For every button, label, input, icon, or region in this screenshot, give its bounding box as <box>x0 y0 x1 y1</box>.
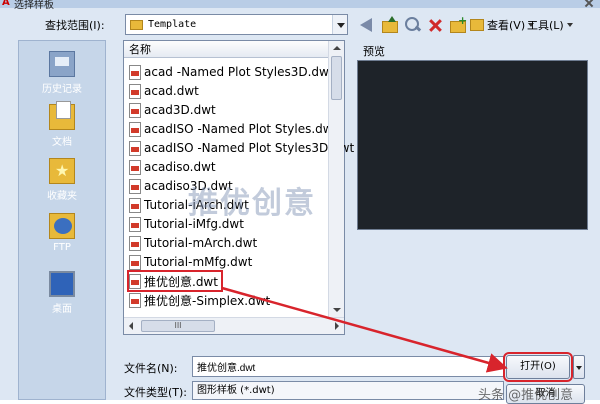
scroll-up-icon[interactable] <box>329 41 344 55</box>
dwt-file-icon <box>129 64 141 80</box>
title-bar: A 选择样板 <box>0 0 600 11</box>
place-history[interactable]: 历史记录 <box>19 51 105 95</box>
file-name-text: Tutorial-mArch.dwt <box>144 236 258 250</box>
place-documents[interactable]: 文档 <box>19 101 105 148</box>
select-template-dialog: A 选择样板 查找范围(I): Template 查看(V) 工具(L) 历史记… <box>0 0 600 404</box>
place-desktop[interactable]: 桌面 <box>19 271 105 315</box>
dwt-file-icon <box>129 178 141 194</box>
file-row[interactable]: 推优创意-Simplex.dwt <box>129 291 270 309</box>
scroll-down-icon[interactable] <box>329 303 344 317</box>
look-in-label: 查找范围(I): <box>45 19 105 32</box>
file-row-selected[interactable]: 推优创意.dwt <box>127 270 223 292</box>
preview-pane <box>357 60 588 230</box>
file-type-label: 文件类型(T): <box>124 386 188 399</box>
dwt-file-icon <box>129 273 141 289</box>
dwt-file-icon <box>129 254 141 270</box>
caret-down-icon <box>566 23 573 27</box>
chevron-down-icon[interactable] <box>332 15 347 34</box>
vertical-scrollbar[interactable] <box>328 41 344 317</box>
look-in-value: Template <box>148 19 197 30</box>
file-row[interactable]: Tutorial-mArch.dwt <box>129 234 257 252</box>
file-name-text: 推优创意.dwt <box>144 274 218 289</box>
dwt-file-icon <box>129 140 141 156</box>
new-folder-icon[interactable] <box>448 14 468 35</box>
dwt-file-icon <box>129 197 141 213</box>
file-name-text: acad.dwt <box>144 84 199 98</box>
place-label: 文档 <box>52 137 72 148</box>
watermark: 推优创意 <box>188 186 316 221</box>
views-menu-button[interactable]: 查看(V) <box>470 14 535 36</box>
back-icon[interactable] <box>357 15 377 35</box>
horizontal-scrollbar[interactable]: III <box>124 317 344 334</box>
autocad-logo-icon: A <box>2 0 10 8</box>
file-row[interactable]: acad -Named Plot Styles3D.dwt <box>129 63 334 81</box>
tools-label: 工具(L) <box>527 19 564 32</box>
file-row[interactable]: Tutorial-mMfg.dwt <box>129 253 252 271</box>
dwt-file-icon <box>129 292 141 308</box>
file-name-text: 推优创意-Simplex.dwt <box>144 293 271 308</box>
place-label: 收藏夹 <box>47 191 77 202</box>
tools-menu-button[interactable]: 工具(L) <box>527 14 573 36</box>
up-folder-icon[interactable] <box>380 15 400 35</box>
history-icon <box>49 51 75 77</box>
file-name-input[interactable] <box>192 356 504 377</box>
place-label: FTP <box>53 242 71 253</box>
scroll-thumb[interactable] <box>331 56 342 100</box>
column-header-name[interactable]: 名称 <box>124 41 329 58</box>
place-ftp[interactable]: FTP <box>19 213 105 253</box>
documents-icon <box>49 101 75 130</box>
desktop-icon <box>49 271 75 297</box>
scroll-right-icon[interactable] <box>329 318 344 334</box>
ftp-icon <box>49 213 75 239</box>
file-name-text: acad -Named Plot Styles3D.dwt <box>144 65 334 79</box>
file-name-text: acadiso.dwt <box>144 160 216 174</box>
scroll-left-icon[interactable] <box>124 318 139 334</box>
window-title: 选择样板 <box>14 0 54 11</box>
file-row[interactable]: acad.dwt <box>129 82 199 100</box>
search-web-icon[interactable] <box>403 15 423 35</box>
file-name-text: acad3D.dwt <box>144 103 216 117</box>
dwt-file-icon <box>129 159 141 175</box>
file-row[interactable]: acadISO -Named Plot Styles3D.dwt <box>129 139 354 157</box>
dwt-file-icon <box>129 83 141 99</box>
folder-icon <box>130 19 143 30</box>
delete-icon[interactable] <box>426 15 446 35</box>
dwt-file-icon <box>129 235 141 251</box>
favorites-icon <box>49 158 75 184</box>
watermark-corner: 头条 @推优创意 <box>478 388 574 403</box>
place-favorites[interactable]: 收藏夹 <box>19 158 105 202</box>
open-options-dropdown[interactable] <box>573 355 585 379</box>
look-in-dropdown[interactable]: Template <box>125 14 348 35</box>
file-row[interactable]: acadiso.dwt <box>129 158 216 176</box>
places-bar: 历史记录 文档 收藏夹 FTP 桌面 <box>18 40 106 400</box>
file-name-text: acadISO -Named Plot Styles3D.dwt <box>144 141 355 155</box>
views-label: 查看(V) <box>487 19 526 32</box>
place-label: 历史记录 <box>42 84 82 95</box>
file-type-dropdown[interactable]: 图形样板 (*.dwt) <box>192 381 504 400</box>
dwt-file-icon <box>129 102 141 118</box>
preview-label: 预览 <box>363 45 385 58</box>
open-button[interactable]: 打开(O) <box>503 352 573 382</box>
file-name-text: acadISO -Named Plot Styles.dwt <box>144 122 338 136</box>
views-icon <box>470 19 484 31</box>
place-label: 桌面 <box>52 304 72 315</box>
file-name-label: 文件名(N): <box>124 362 178 375</box>
file-row[interactable]: acad3D.dwt <box>129 101 216 119</box>
file-name-text: Tutorial-mMfg.dwt <box>144 255 253 269</box>
scroll-thumb[interactable]: III <box>141 320 215 332</box>
close-icon[interactable] <box>584 0 594 8</box>
dwt-file-icon <box>129 216 141 232</box>
dwt-file-icon <box>129 121 141 137</box>
file-row[interactable]: acadISO -Named Plot Styles.dwt <box>129 120 337 138</box>
